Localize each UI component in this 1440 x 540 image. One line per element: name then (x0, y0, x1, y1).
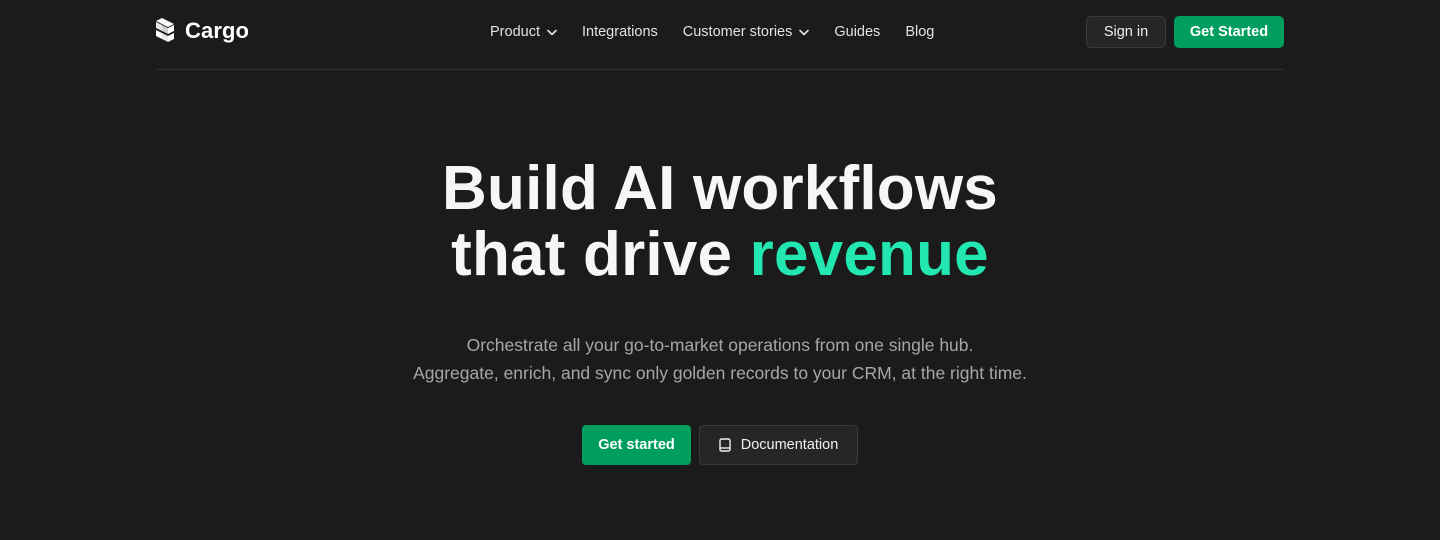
nav-item-integrations[interactable]: Integrations (582, 24, 658, 40)
hero-title-line-2: that drive revenue (320, 222, 1120, 288)
documentation-button-label: Documentation (740, 437, 839, 453)
sign-in-button[interactable]: Sign in (1086, 16, 1166, 48)
book-icon (719, 438, 731, 452)
cargo-logo-icon (156, 18, 174, 42)
nav-item-label: Guides (834, 24, 881, 40)
hero-subtitle-line-1: Orchestrate all your go-to-market operat… (466, 335, 974, 355)
hero-cta-group: Get started Documentation (582, 425, 858, 465)
nav-item-label: Customer stories (682, 24, 793, 40)
nav-item-label: Blog (905, 24, 935, 40)
main-nav: Product Integrations Customer stories Gu… (490, 20, 934, 44)
brand-logo[interactable]: Cargo (156, 16, 249, 46)
nav-item-guides[interactable]: Guides (834, 24, 880, 40)
nav-item-label: Integrations (581, 24, 658, 40)
hero-title: Build AI workflows that drive revenue (320, 156, 1120, 288)
hero-title-accent: revenue (749, 220, 989, 289)
nav-item-label: Product (490, 24, 540, 40)
nav-item-product[interactable]: Product (490, 24, 557, 40)
brand-name: Cargo (185, 18, 250, 43)
nav-item-customer-stories[interactable]: Customer stories (683, 24, 810, 40)
documentation-button[interactable]: Documentation (699, 425, 858, 465)
chevron-down-icon (547, 29, 557, 35)
hero-title-line-1: Build AI workflows (442, 154, 998, 223)
landing-page: Cargo Product Integrations Customer stor… (0, 0, 1440, 540)
hero-subtitle-line-2: Aggregate, enrich, and sync only golden … (413, 363, 1027, 383)
get-started-nav-button[interactable]: Get Started (1174, 16, 1284, 48)
top-navbar: Cargo Product Integrations Customer stor… (156, 0, 1284, 70)
hero-subtitle: Orchestrate all your go-to-market operat… (270, 331, 1170, 387)
get-started-button[interactable]: Get started (582, 425, 691, 465)
nav-item-blog[interactable]: Blog (905, 24, 934, 40)
chevron-down-icon (799, 29, 810, 35)
hero-title-prefix: that drive (451, 220, 750, 289)
